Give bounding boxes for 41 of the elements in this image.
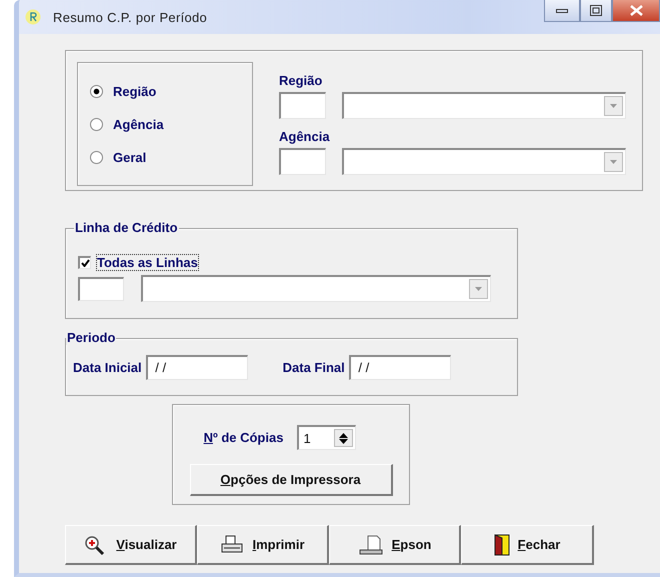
close-icon — [630, 5, 642, 16]
checkbox[interactable] — [78, 256, 91, 269]
door-icon — [494, 534, 510, 556]
close-button[interactable]: Fechar — [461, 525, 594, 565]
field-label: Nº de Cópias — [204, 430, 284, 445]
date-field[interactable]: / / — [146, 354, 248, 380]
radio-label: Geral — [113, 150, 146, 164]
code-field[interactable] — [78, 276, 124, 300]
field-label: Região — [279, 73, 324, 88]
field-label: Data Final — [282, 360, 345, 374]
window-title: Resumo C.P. por Período — [53, 10, 208, 24]
field-label: Agência — [279, 129, 331, 144]
print-button[interactable]: Imprimir — [197, 525, 329, 565]
minimize-icon — [556, 8, 568, 14]
printer-icon — [220, 534, 244, 554]
printer-icon — [358, 534, 384, 554]
radio-button[interactable] — [90, 150, 103, 164]
radio-label: Agência — [113, 116, 164, 132]
close-button[interactable] — [612, 0, 660, 22]
code-field[interactable] — [279, 92, 326, 119]
group-title: Linha de Crédito — [74, 220, 179, 235]
date-field[interactable]: / / — [348, 354, 451, 380]
preview-button[interactable]: Visualizar — [65, 525, 197, 565]
name-dropdown[interactable] — [342, 92, 626, 119]
spin-arrows-icon[interactable] — [334, 429, 354, 447]
field-label: Data Inicial — [73, 360, 142, 374]
code-field[interactable] — [279, 148, 326, 175]
checkbox-label: Todas as Linhas — [97, 255, 198, 270]
printer-options-button[interactable]: Opções de Impressora — [190, 464, 392, 496]
group-title: Periodo — [66, 330, 116, 345]
maximize-button[interactable] — [580, 0, 612, 22]
name-dropdown[interactable] — [141, 275, 491, 302]
maximize-icon — [590, 5, 602, 16]
name-dropdown[interactable] — [342, 148, 626, 175]
epson-button[interactable]: Epson — [329, 525, 461, 565]
copies-spinner[interactable]: 1 — [297, 425, 356, 450]
radio-label: Região — [113, 84, 156, 98]
radio-button[interactable] — [90, 118, 103, 130]
app-icon — [25, 9, 41, 25]
minimize-button[interactable] — [544, 0, 580, 22]
radio-button[interactable] — [90, 84, 103, 98]
